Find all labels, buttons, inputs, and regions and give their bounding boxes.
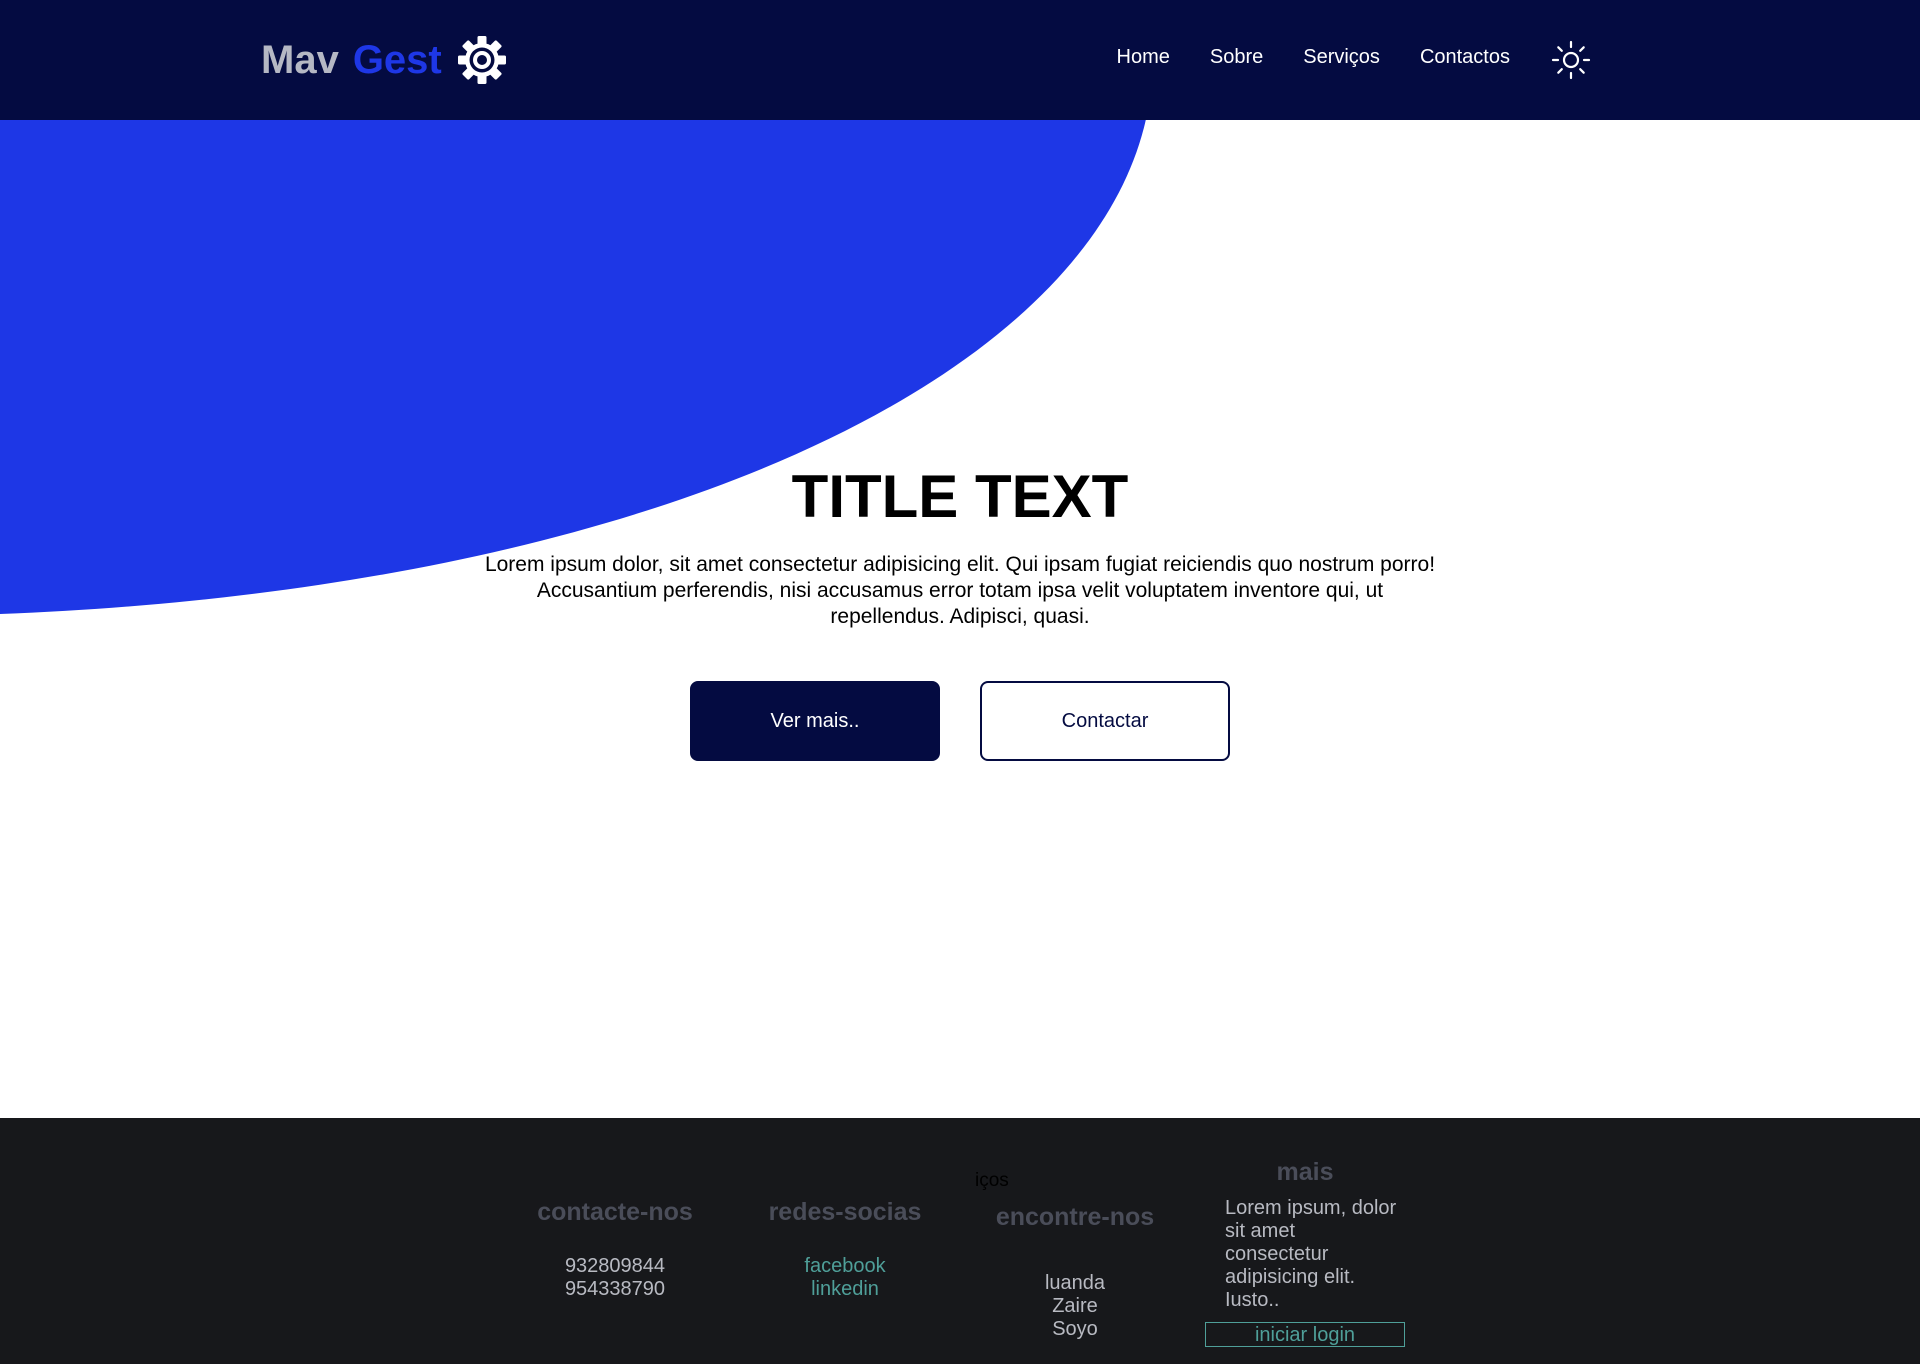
nav-servicos[interactable]: Serviços [1303, 46, 1380, 69]
footer-contact-heading: contacte-nos [537, 1198, 693, 1226]
hero-title: TITLE TEXT [791, 463, 1129, 530]
main-nav: Home Sobre Serviços Contactos [1117, 46, 1511, 69]
footer-more-column: mais Lorem ipsum, dolor sit amet consect… [1205, 1158, 1405, 1347]
footer-more-heading: mais [1276, 1158, 1334, 1186]
footer-location-column: encontre-nos luanda Zaire Soyo [985, 1203, 1165, 1341]
page: Mav Gest Home Sobre Serviços Contactos T… [0, 0, 1920, 1364]
brand-logo[interactable]: Mav Gest [261, 32, 508, 88]
location-item: Soyo [1052, 1318, 1098, 1340]
facebook-link[interactable]: facebook [755, 1255, 935, 1278]
brand-name-part1: Mav [261, 37, 339, 82]
nav-home[interactable]: Home [1117, 46, 1170, 69]
phone-number: 954338790 [564, 1278, 666, 1300]
footer-location-heading: encontre-nos [995, 1203, 1155, 1231]
footer [0, 1118, 1920, 1364]
nav-contactos[interactable]: Contactos [1420, 46, 1510, 69]
footer-more-text: Lorem ipsum, dolor sit amet consectetur … [1225, 1197, 1397, 1311]
hero-description: Lorem ipsum dolor, sit amet consectetur … [484, 553, 1436, 628]
ver-mais-button[interactable]: Ver mais.. [690, 681, 940, 761]
phone-number: 932809844 [564, 1255, 666, 1277]
footer-social-column: redes-socias facebook linkedin [755, 1198, 935, 1301]
top-navbar: Mav Gest Home Sobre Serviços Contactos [0, 0, 1920, 120]
footer-social-heading: redes-socias [768, 1198, 922, 1226]
brand-name-part2: Gest [352, 37, 442, 82]
linkedin-link[interactable]: linkedin [755, 1278, 935, 1301]
stray-text: iços [975, 1170, 1009, 1191]
sun-icon[interactable] [1551, 40, 1591, 80]
location-item: luanda [1044, 1272, 1106, 1294]
gear-icon [457, 36, 506, 84]
contactar-button[interactable]: Contactar [980, 681, 1230, 761]
nav-sobre[interactable]: Sobre [1210, 46, 1263, 69]
location-item: Zaire [1052, 1295, 1098, 1317]
footer-contact-column: contacte-nos 932809844 954338790 [525, 1198, 705, 1301]
login-button[interactable]: iniciar login [1205, 1322, 1405, 1347]
